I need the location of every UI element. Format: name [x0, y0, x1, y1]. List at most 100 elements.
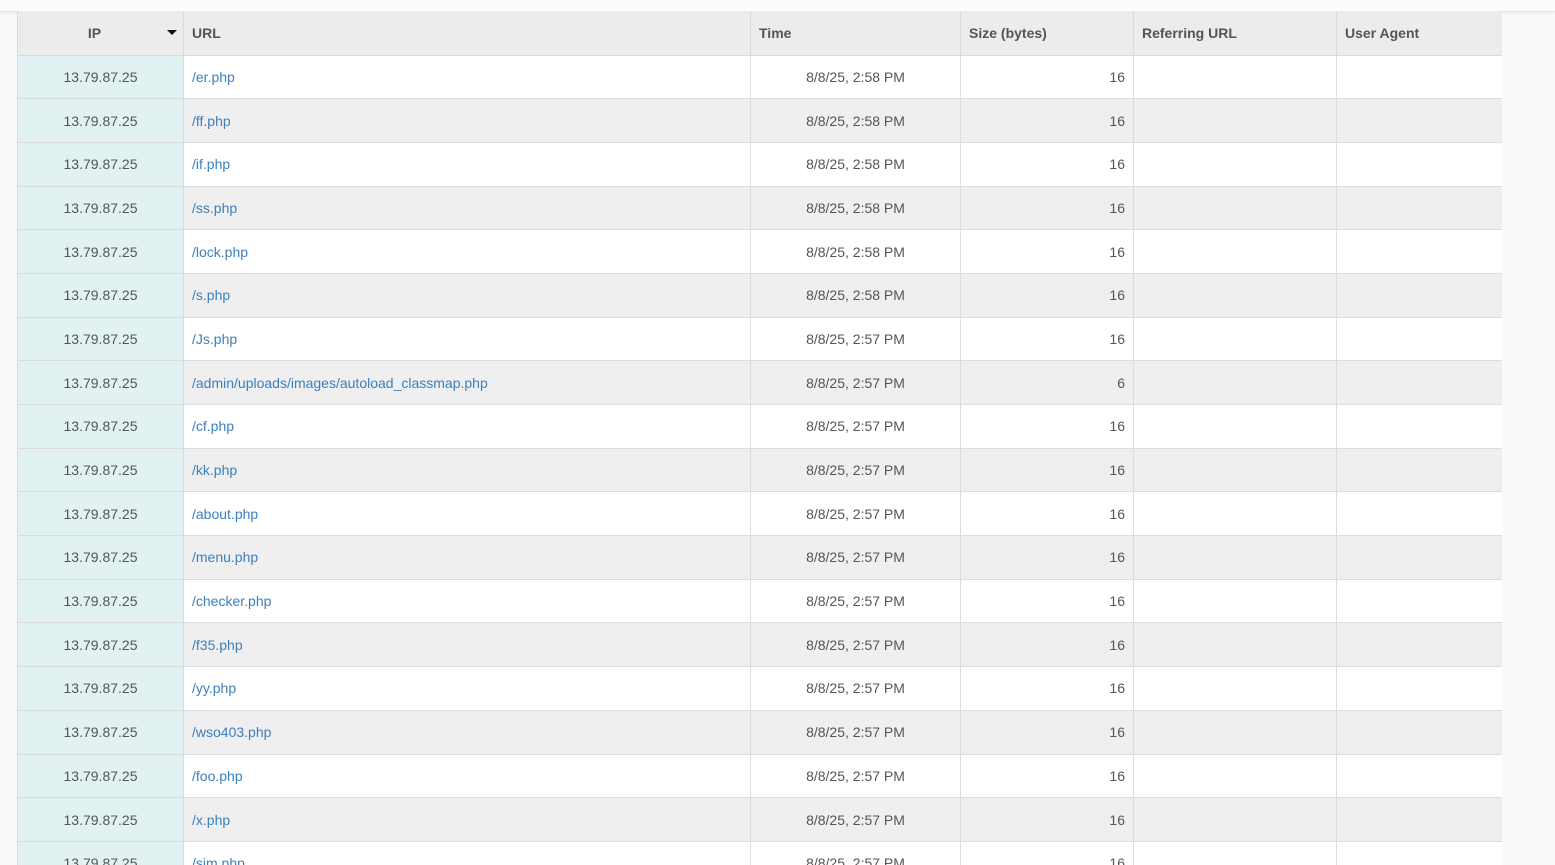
column-header-time-label: Time	[759, 24, 792, 41]
cell-url: /s.php	[183, 272, 751, 318]
url-link[interactable]: /foo.php	[192, 768, 243, 784]
url-link[interactable]: /lock.php	[192, 244, 248, 260]
cell-referring-url	[1133, 141, 1337, 187]
cell-time: 8/8/25, 2:57 PM	[750, 360, 961, 405]
url-link[interactable]: /about.php	[192, 506, 258, 522]
table-row[interactable]: 13.79.87.25/f35.php 8/8/25, 2:57 PM 16	[17, 622, 1502, 668]
cell-time: 8/8/25, 2:57 PM	[750, 840, 961, 865]
cell-referring-url	[1133, 622, 1337, 668]
table-row[interactable]: 13.79.87.25/checker.php 8/8/25, 2:57 PM 16	[17, 578, 1502, 624]
url-link[interactable]: /x.php	[192, 812, 230, 828]
table-row[interactable]: 13.79.87.25/er.php 8/8/25, 2:58 PM 16	[17, 54, 1502, 100]
cell-user-agent	[1336, 360, 1502, 405]
column-header-url[interactable]: URL	[183, 11, 751, 56]
cell-size: 16	[960, 622, 1134, 668]
cell-ip: 13.79.87.25	[17, 578, 184, 624]
cell-url: /cf.php	[183, 404, 751, 449]
cell-user-agent	[1336, 709, 1502, 755]
table-row[interactable]: 13.79.87.25/sim.php 8/8/25, 2:57 PM 16	[17, 840, 1502, 865]
url-link[interactable]: /checker.php	[192, 593, 271, 609]
cell-time: 8/8/25, 2:57 PM	[750, 535, 961, 580]
url-link[interactable]: /menu.php	[192, 549, 258, 565]
url-link[interactable]: /f35.php	[192, 637, 243, 653]
table-row[interactable]: 13.79.87.25/ff.php 8/8/25, 2:58 PM 16	[17, 98, 1502, 143]
column-header-user-agent-label: User Agent	[1345, 24, 1420, 41]
cell-size: 16	[960, 535, 1134, 580]
url-link[interactable]: /cf.php	[192, 418, 234, 434]
cell-user-agent	[1336, 316, 1502, 362]
table-row[interactable]: 13.79.87.25/lock.php 8/8/25, 2:58 PM 16	[17, 229, 1502, 274]
url-link[interactable]: /er.php	[192, 69, 235, 85]
cell-size: 16	[960, 316, 1134, 362]
column-header-referring-url-label: Referring URL	[1142, 24, 1237, 41]
url-link[interactable]: /sim.php	[192, 855, 245, 865]
cell-size: 16	[960, 98, 1134, 143]
url-link[interactable]: /wso403.php	[192, 724, 271, 740]
sort-desc-icon[interactable]	[167, 30, 177, 35]
cell-user-agent	[1336, 404, 1502, 449]
cell-ip: 13.79.87.25	[17, 360, 184, 405]
column-header-size-label: Size (bytes)	[969, 24, 1047, 41]
table-row[interactable]: 13.79.87.25/ss.php 8/8/25, 2:58 PM 16	[17, 185, 1502, 231]
cell-user-agent	[1336, 622, 1502, 668]
cell-user-agent	[1336, 491, 1502, 537]
table-row[interactable]: 13.79.87.25/Js.php 8/8/25, 2:57 PM 16	[17, 316, 1502, 362]
cell-ip: 13.79.87.25	[17, 709, 184, 755]
cell-referring-url	[1133, 840, 1337, 865]
cell-time: 8/8/25, 2:57 PM	[750, 447, 961, 493]
url-link[interactable]: /Js.php	[192, 331, 237, 347]
cell-referring-url	[1133, 753, 1337, 799]
url-link[interactable]: /if.php	[192, 156, 230, 172]
url-link[interactable]: /yy.php	[192, 680, 236, 696]
url-link[interactable]: /ss.php	[192, 200, 237, 216]
table-row[interactable]: 13.79.87.25/yy.php 8/8/25, 2:57 PM 16	[17, 666, 1502, 711]
url-link[interactable]: /admin/uploads/images/autoload_classmap.…	[192, 375, 488, 391]
cell-referring-url	[1133, 185, 1337, 231]
cell-size: 16	[960, 54, 1134, 100]
column-header-url-label: URL	[192, 24, 221, 41]
url-link[interactable]: /s.php	[192, 287, 230, 303]
cell-size: 16	[960, 840, 1134, 865]
column-header-time[interactable]: Time	[750, 11, 961, 56]
cell-url: /f35.php	[183, 622, 751, 668]
cell-referring-url	[1133, 272, 1337, 318]
table-row[interactable]: 13.79.87.25/s.php 8/8/25, 2:58 PM 16	[17, 272, 1502, 318]
cell-user-agent	[1336, 54, 1502, 100]
table-row[interactable]: 13.79.87.25/menu.php 8/8/25, 2:57 PM 16	[17, 535, 1502, 580]
url-link[interactable]: /ff.php	[192, 113, 231, 129]
cell-size: 16	[960, 404, 1134, 449]
column-header-referring-url[interactable]: Referring URL	[1133, 11, 1337, 56]
cell-user-agent	[1336, 447, 1502, 493]
cell-url: /about.php	[183, 491, 751, 537]
table-row[interactable]: 13.79.87.25/about.php 8/8/25, 2:57 PM 16	[17, 491, 1502, 537]
cell-ip: 13.79.87.25	[17, 447, 184, 493]
column-header-ip[interactable]: IP	[17, 11, 184, 56]
cell-ip: 13.79.87.25	[17, 753, 184, 799]
table-row[interactable]: 13.79.87.25/foo.php 8/8/25, 2:57 PM 16	[17, 753, 1502, 799]
cell-ip: 13.79.87.25	[17, 316, 184, 362]
column-header-size[interactable]: Size (bytes)	[960, 11, 1134, 56]
table-row[interactable]: 13.79.87.25/admin/uploads/images/autoloa…	[17, 360, 1502, 405]
cell-referring-url	[1133, 797, 1337, 842]
table-row[interactable]: 13.79.87.25/cf.php 8/8/25, 2:57 PM 16	[17, 404, 1502, 449]
cell-url: /yy.php	[183, 666, 751, 711]
cell-ip: 13.79.87.25	[17, 229, 184, 274]
cell-url: /ss.php	[183, 185, 751, 231]
cell-user-agent	[1336, 753, 1502, 799]
cell-user-agent	[1336, 797, 1502, 842]
table-row[interactable]: 13.79.87.25/if.php 8/8/25, 2:58 PM 16	[17, 141, 1502, 187]
url-link[interactable]: /kk.php	[192, 462, 237, 478]
cell-time: 8/8/25, 2:58 PM	[750, 54, 961, 100]
column-header-user-agent[interactable]: User Agent	[1336, 11, 1502, 56]
cell-referring-url	[1133, 709, 1337, 755]
cell-time: 8/8/25, 2:57 PM	[750, 316, 961, 362]
table-row[interactable]: 13.79.87.25/x.php 8/8/25, 2:57 PM 16	[17, 797, 1502, 842]
cell-referring-url	[1133, 578, 1337, 624]
cell-user-agent	[1336, 141, 1502, 187]
cell-size: 16	[960, 141, 1134, 187]
table-row[interactable]: 13.79.87.25/kk.php 8/8/25, 2:57 PM 16	[17, 447, 1502, 493]
table-row[interactable]: 13.79.87.25/wso403.php 8/8/25, 2:57 PM 16	[17, 709, 1502, 755]
cell-ip: 13.79.87.25	[17, 404, 184, 449]
cell-ip: 13.79.87.25	[17, 141, 184, 187]
cell-time: 8/8/25, 2:57 PM	[750, 666, 961, 711]
